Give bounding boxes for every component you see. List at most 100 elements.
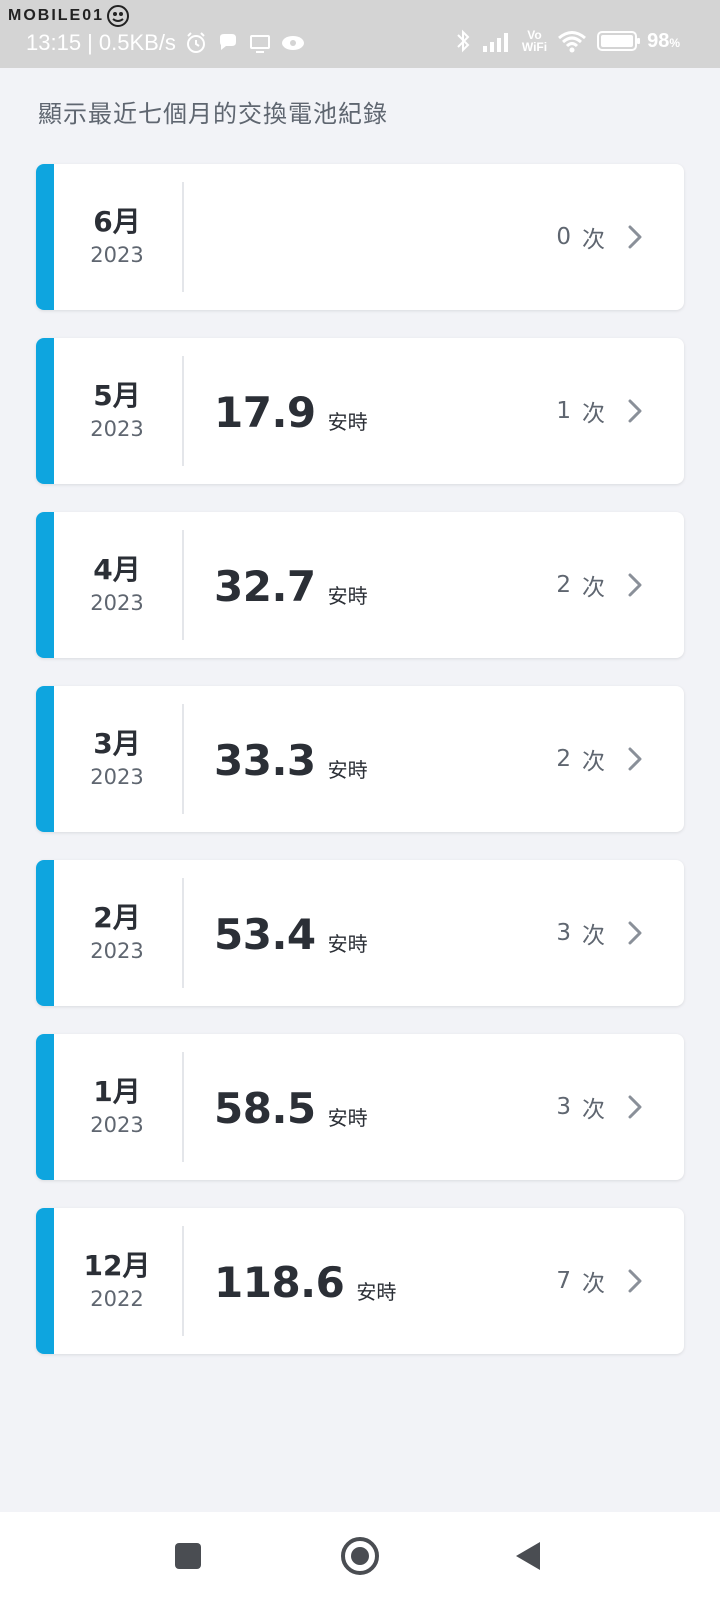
record-card-2023-06[interactable]: 6月 2023 0 次 (36, 164, 684, 310)
record-count: 7 (556, 1268, 572, 1294)
home-button[interactable] (336, 1532, 384, 1580)
amount-block: 118.6 安時 (214, 1208, 396, 1354)
record-amount-unit: 安時 (327, 931, 368, 956)
count-block: 1 次 (556, 338, 606, 484)
record-year: 2023 (90, 243, 144, 267)
record-year: 2023 (90, 939, 144, 963)
record-card-2023-03[interactable]: 3月 2023 33.3 安時 2 次 (36, 686, 684, 832)
record-month: 2月 (93, 901, 141, 934)
record-month: 6月 (93, 205, 141, 238)
accent-bar (36, 164, 54, 310)
divider (182, 356, 184, 466)
record-card-2023-02[interactable]: 2月 2023 53.4 安時 3 次 (36, 860, 684, 1006)
recents-square-icon (175, 1543, 201, 1569)
divider (182, 704, 184, 814)
page-description: 顯示最近七個月的交換電池紀錄 (38, 100, 388, 128)
divider (182, 1226, 184, 1336)
count-block: 3 次 (556, 860, 606, 1006)
record-month: 4月 (93, 553, 141, 586)
record-count-unit: 次 (582, 923, 606, 949)
vowifi-bottom: WiFi (521, 40, 548, 54)
record-amount: 53.4 (214, 909, 316, 959)
chevron-right-icon (628, 1269, 642, 1293)
accent-bar (36, 1208, 54, 1354)
count-block: 0 次 (556, 164, 606, 310)
amount-block: 33.3 安時 (214, 686, 368, 832)
back-triangle-icon (516, 1542, 540, 1570)
divider (182, 530, 184, 640)
accent-bar (36, 686, 54, 832)
record-card-2023-01[interactable]: 1月 2023 58.5 安時 3 次 (36, 1034, 684, 1180)
status-bar: MOBILE01 13:15 | 0.5KB/s Vo WiFi 98% (0, 0, 720, 68)
eye-icon (280, 31, 306, 55)
chevron-right-icon (628, 399, 642, 423)
system-nav-bar (0, 1512, 720, 1600)
signal-icon (482, 30, 512, 52)
count-block: 3 次 (556, 1034, 606, 1180)
record-count-unit: 次 (582, 575, 606, 601)
record-month: 12月 (83, 1249, 151, 1282)
record-amount: 33.3 (214, 735, 316, 785)
battery-value: 98 (647, 29, 670, 52)
chevron-right-icon (628, 225, 642, 249)
record-card-2023-04[interactable]: 4月 2023 32.7 安時 2 次 (36, 512, 684, 658)
record-year: 2022 (90, 1287, 144, 1311)
date-block: 12月 2022 (54, 1208, 180, 1354)
record-amount: 118.6 (214, 1257, 345, 1307)
record-amount-unit: 安時 (327, 1105, 368, 1130)
date-block: 4月 2023 (54, 512, 180, 658)
divider (182, 182, 184, 292)
divider (182, 878, 184, 988)
watermark: MOBILE01 (8, 4, 130, 28)
record-count: 0 (556, 224, 572, 250)
record-amount-unit: 安時 (327, 757, 368, 782)
record-amount: 58.5 (214, 1083, 316, 1133)
record-year: 2023 (90, 591, 144, 615)
record-count-unit: 次 (582, 401, 606, 427)
record-count-unit: 次 (582, 749, 606, 775)
accent-bar (36, 1034, 54, 1180)
record-card-2023-05[interactable]: 5月 2023 17.9 安時 1 次 (36, 338, 684, 484)
accent-bar (36, 338, 54, 484)
date-block: 3月 2023 (54, 686, 180, 832)
record-month: 1月 (93, 1075, 141, 1108)
record-amount-unit: 安時 (327, 583, 368, 608)
chevron-right-icon (628, 747, 642, 771)
recents-button[interactable] (164, 1532, 212, 1580)
chat-icon (216, 31, 240, 55)
status-right: Vo WiFi 98% (444, 28, 680, 54)
net-speed: | 0.5KB/s (87, 30, 176, 55)
record-card-2022-12[interactable]: 12月 2022 118.6 安時 7 次 (36, 1208, 684, 1354)
record-month: 5月 (93, 379, 141, 412)
back-button[interactable] (504, 1532, 552, 1580)
swap-record-list: 6月 2023 0 次 5月 2023 17.9 安時 1 次 4月 2023 … (36, 164, 684, 1382)
accent-bar (36, 512, 54, 658)
chevron-right-icon (628, 1095, 642, 1119)
amount-block: 53.4 安時 (214, 860, 368, 1006)
alarm-icon (184, 31, 208, 55)
chevron-right-icon (628, 921, 642, 945)
record-month: 3月 (93, 727, 141, 760)
record-amount-unit: 安時 (356, 1279, 397, 1304)
watermark-text: MOBILE01 (8, 7, 105, 24)
date-block: 6月 2023 (54, 164, 180, 310)
wifi-icon (557, 29, 587, 53)
status-left: 13:15 | 0.5KB/s (26, 30, 306, 56)
amount-block: 58.5 安時 (214, 1034, 368, 1180)
date-block: 5月 2023 (54, 338, 180, 484)
main-content: 顯示最近七個月的交換電池紀錄 6月 2023 0 次 5月 2023 17.9 … (0, 68, 720, 1512)
record-count: 2 (556, 572, 572, 598)
chevron-right-icon (628, 573, 642, 597)
record-count: 1 (556, 398, 572, 424)
record-count: 3 (556, 920, 572, 946)
watermark-logo-icon (107, 5, 130, 27)
tv-icon (248, 31, 272, 55)
amount-block: 17.9 安時 (214, 338, 368, 484)
record-count-unit: 次 (582, 227, 606, 253)
record-count-unit: 次 (582, 1097, 606, 1123)
vowifi-indicator: Vo WiFi (522, 29, 547, 53)
bluetooth-icon (454, 28, 472, 54)
count-block: 2 次 (556, 686, 606, 832)
battery-percent: 98% (647, 30, 680, 53)
amount-block (214, 164, 226, 310)
